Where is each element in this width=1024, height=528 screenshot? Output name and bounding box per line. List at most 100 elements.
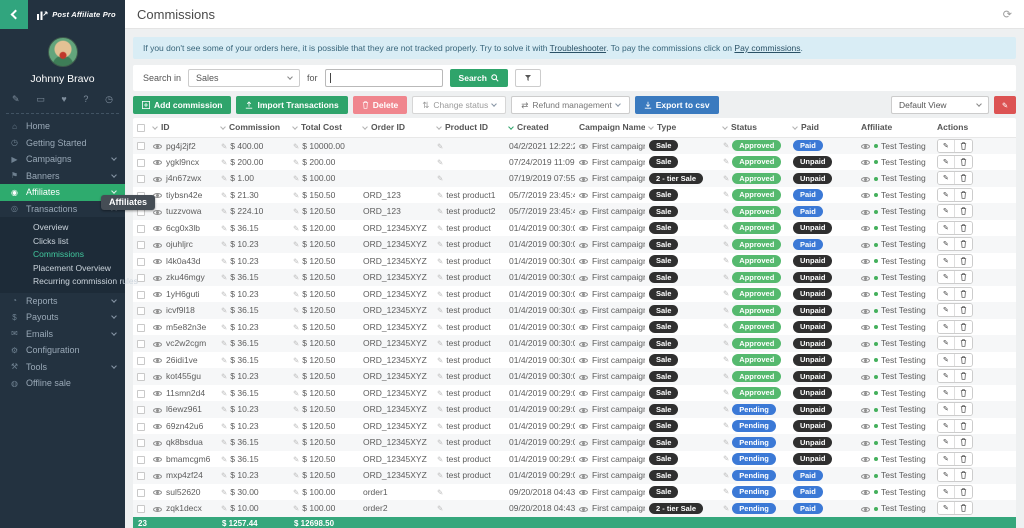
edit-commission-button[interactable]: ✎ bbox=[938, 255, 954, 267]
pencil-icon[interactable]: ✎ bbox=[293, 504, 299, 513]
pencil-icon[interactable]: ✎ bbox=[293, 389, 299, 398]
eye-icon[interactable] bbox=[579, 474, 588, 479]
edit-commission-button[interactable]: ✎ bbox=[938, 140, 954, 152]
eye-icon[interactable] bbox=[153, 474, 162, 479]
pencil-icon[interactable]: ✎ bbox=[221, 339, 227, 348]
eye-icon[interactable] bbox=[579, 408, 588, 413]
row-checkbox[interactable] bbox=[137, 373, 145, 381]
eye-icon[interactable] bbox=[861, 292, 870, 297]
column-header[interactable]: Campaign Name bbox=[575, 118, 645, 137]
pencil-icon[interactable]: ✎ bbox=[723, 240, 729, 249]
sidebar-item-campaigns[interactable]: ▶ Campaigns bbox=[0, 151, 125, 168]
pencil-icon[interactable]: ✎ bbox=[437, 290, 443, 299]
row-checkbox[interactable] bbox=[137, 489, 145, 497]
pencil-icon[interactable]: ✎ bbox=[221, 455, 227, 464]
help-icon[interactable]: ? bbox=[83, 94, 88, 104]
row-checkbox[interactable] bbox=[137, 307, 145, 315]
pencil-icon[interactable]: ✎ bbox=[437, 257, 443, 266]
delete-commission-button[interactable] bbox=[954, 238, 972, 250]
row-checkbox[interactable] bbox=[137, 472, 145, 480]
change-status-dropdown[interactable]: ⇅ Change status bbox=[412, 96, 506, 114]
pencil-icon[interactable]: ✎ bbox=[221, 257, 227, 266]
pencil-icon[interactable]: ✎ bbox=[293, 257, 299, 266]
pencil-icon[interactable]: ✎ bbox=[723, 207, 729, 216]
pencil-icon[interactable]: ✎ bbox=[723, 487, 729, 496]
pencil-icon[interactable]: ✎ bbox=[437, 356, 443, 365]
row-checkbox[interactable] bbox=[137, 225, 145, 233]
pencil-icon[interactable]: ✎ bbox=[293, 273, 299, 282]
pencil-icon[interactable]: ✎ bbox=[293, 471, 299, 480]
delete-commission-button[interactable] bbox=[954, 271, 972, 283]
row-checkbox[interactable] bbox=[137, 258, 145, 266]
column-header[interactable]: Actions bbox=[933, 118, 1016, 137]
pencil-icon[interactable]: ✎ bbox=[437, 273, 443, 282]
eye-icon[interactable] bbox=[153, 408, 162, 413]
eye-icon[interactable] bbox=[153, 259, 162, 264]
delete-commission-button[interactable] bbox=[954, 354, 972, 366]
sort-arrow-icon[interactable] bbox=[508, 124, 514, 130]
pencil-icon[interactable]: ✎ bbox=[437, 191, 443, 200]
search-input[interactable] bbox=[325, 69, 443, 87]
pencil-icon[interactable]: ✎ bbox=[293, 224, 299, 233]
edit-commission-button[interactable]: ✎ bbox=[938, 222, 954, 234]
search-category-select[interactable]: Sales bbox=[188, 69, 300, 87]
pencil-icon[interactable]: ✎ bbox=[437, 372, 443, 381]
edit-commission-button[interactable]: ✎ bbox=[938, 486, 954, 498]
pencil-icon[interactable]: ✎ bbox=[723, 190, 729, 199]
pencil-icon[interactable]: ✎ bbox=[221, 372, 227, 381]
pencil-icon[interactable]: ✎ bbox=[723, 273, 729, 282]
eye-icon[interactable] bbox=[579, 375, 588, 380]
pencil-icon[interactable]: ✎ bbox=[293, 306, 299, 315]
submenu-item-commissions[interactable]: Commissions bbox=[0, 248, 125, 262]
eye-icon[interactable] bbox=[861, 160, 870, 165]
pencil-icon[interactable]: ✎ bbox=[437, 306, 443, 315]
sidebar-item-offline-sale[interactable]: ◍ Offline sale bbox=[0, 375, 125, 392]
delete-commission-button[interactable] bbox=[954, 387, 972, 399]
pencil-icon[interactable]: ✎ bbox=[723, 438, 729, 447]
row-checkbox[interactable] bbox=[137, 390, 145, 398]
eye-icon[interactable] bbox=[579, 144, 588, 149]
refresh-icon[interactable]: ⟳ bbox=[1003, 8, 1012, 21]
pencil-icon[interactable]: ✎ bbox=[221, 389, 227, 398]
pencil-icon[interactable]: ✎ bbox=[437, 224, 443, 233]
monitor-icon[interactable]: ▭ bbox=[36, 94, 45, 104]
pencil-icon[interactable]: ✎ bbox=[437, 174, 443, 183]
pencil-icon[interactable]: ✎ bbox=[293, 142, 299, 151]
sidebar-item-banners[interactable]: ⚑ Banners bbox=[0, 168, 125, 185]
eye-icon[interactable] bbox=[861, 457, 870, 462]
pencil-icon[interactable]: ✎ bbox=[293, 356, 299, 365]
row-checkbox[interactable] bbox=[137, 357, 145, 365]
delete-commission-button[interactable] bbox=[954, 370, 972, 382]
pencil-icon[interactable]: ✎ bbox=[221, 158, 227, 167]
avatar[interactable] bbox=[48, 37, 78, 67]
eye-icon[interactable] bbox=[861, 144, 870, 149]
eye-icon[interactable] bbox=[579, 226, 588, 231]
submenu-item-overview[interactable]: Overview bbox=[0, 221, 125, 235]
pencil-icon[interactable]: ✎ bbox=[293, 290, 299, 299]
edit-commission-button[interactable]: ✎ bbox=[938, 288, 954, 300]
pencil-icon[interactable]: ✎ bbox=[437, 142, 443, 151]
eye-icon[interactable] bbox=[153, 457, 162, 462]
export-csv-button[interactable]: Export to csv bbox=[635, 96, 719, 114]
import-transactions-button[interactable]: Import Transactions bbox=[236, 96, 347, 114]
edit-commission-button[interactable]: ✎ bbox=[938, 156, 954, 168]
sidebar-item-home[interactable]: ⌂ Home bbox=[0, 118, 125, 135]
pencil-icon[interactable]: ✎ bbox=[723, 141, 729, 150]
eye-icon[interactable] bbox=[579, 490, 588, 495]
delete-commission-button[interactable] bbox=[954, 288, 972, 300]
eye-icon[interactable] bbox=[153, 276, 162, 281]
delete-commission-button[interactable] bbox=[954, 156, 972, 168]
sort-arrow-icon[interactable] bbox=[722, 124, 728, 130]
pencil-icon[interactable]: ✎ bbox=[437, 339, 443, 348]
edit-commission-button[interactable]: ✎ bbox=[938, 321, 954, 333]
troubleshooter-link[interactable]: Troubleshooter bbox=[550, 43, 606, 53]
eye-icon[interactable] bbox=[153, 210, 162, 215]
eye-icon[interactable] bbox=[861, 375, 870, 380]
pencil-icon[interactable]: ✎ bbox=[293, 405, 299, 414]
delete-commission-button[interactable] bbox=[954, 436, 972, 448]
pencil-icon[interactable]: ✎ bbox=[723, 157, 729, 166]
pencil-icon[interactable]: ✎ bbox=[723, 256, 729, 265]
pay-commissions-link[interactable]: Pay commissions bbox=[734, 43, 800, 53]
row-checkbox[interactable] bbox=[137, 291, 145, 299]
delete-commission-button[interactable] bbox=[954, 486, 972, 498]
